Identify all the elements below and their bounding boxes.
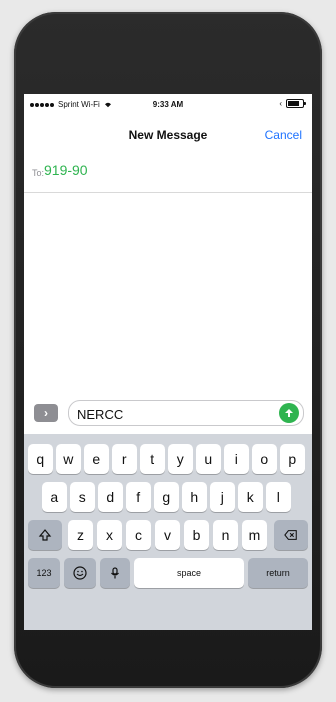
key-y[interactable]: y: [168, 444, 193, 474]
space-key-label: space: [176, 568, 202, 578]
shift-icon: [38, 529, 52, 541]
key-label: m: [248, 527, 261, 543]
key-m[interactable]: m: [242, 520, 267, 550]
phone-frame: Sprint Wi-Fi 9:33 AM ‹ New Message Cance…: [14, 12, 322, 688]
key-label: j: [220, 489, 224, 505]
keyboard-row-4: 123 space return: [24, 558, 312, 592]
keyboard-row-2: asdfghjkl: [24, 482, 312, 516]
send-button[interactable]: [279, 403, 299, 423]
message-input[interactable]: NERCC: [68, 400, 304, 426]
key-label: p: [288, 451, 297, 467]
key-i[interactable]: i: [224, 444, 249, 474]
key-l[interactable]: l: [266, 482, 291, 512]
key-r[interactable]: r: [112, 444, 137, 474]
emoji-key[interactable]: [64, 558, 96, 588]
status-bar: Sprint Wi-Fi 9:33 AM ‹: [24, 94, 312, 114]
key-label: a: [50, 489, 59, 505]
key-label: f: [136, 489, 141, 505]
compose-row: › NERCC: [24, 396, 312, 430]
key-d[interactable]: d: [98, 482, 123, 512]
key-label: b: [192, 527, 201, 543]
key-label: e: [92, 451, 101, 467]
key-a[interactable]: a: [42, 482, 67, 512]
delete-icon: [284, 530, 297, 540]
microphone-key[interactable]: [100, 558, 130, 588]
expand-icon: ›: [44, 406, 48, 420]
status-time: 9:33 AM: [152, 100, 184, 109]
location-arrow-icon: ‹: [279, 99, 282, 108]
return-key[interactable]: return: [248, 558, 308, 588]
battery-icon: [286, 99, 306, 108]
delete-key[interactable]: [274, 520, 308, 550]
key-e[interactable]: e: [84, 444, 109, 474]
key-h[interactable]: h: [182, 482, 207, 512]
key-label: s: [78, 489, 86, 505]
key-label: v: [164, 527, 171, 543]
key-o[interactable]: o: [252, 444, 277, 474]
key-g[interactable]: g: [154, 482, 179, 512]
key-b[interactable]: b: [184, 520, 209, 550]
recipient-row[interactable]: To: 919-90: [24, 152, 312, 193]
numbers-key[interactable]: 123: [28, 558, 60, 588]
key-j[interactable]: j: [210, 482, 235, 512]
key-label: x: [106, 527, 113, 543]
key-label: c: [135, 527, 142, 543]
key-t[interactable]: t: [140, 444, 165, 474]
key-v[interactable]: v: [155, 520, 180, 550]
key-w[interactable]: w: [56, 444, 81, 474]
key-label: q: [36, 451, 45, 467]
key-u[interactable]: u: [196, 444, 221, 474]
status-right: ‹: [279, 99, 306, 108]
key-label: z: [77, 527, 84, 543]
emoji-icon: [73, 566, 87, 580]
key-label: g: [162, 489, 171, 505]
microphone-icon: [111, 567, 119, 579]
key-c[interactable]: c: [126, 520, 151, 550]
key-label: u: [204, 451, 213, 467]
keyboard: q w e r t y u i o p a s d f g h j k l z x c v b n m 123 space r…: [24, 434, 312, 630]
numbers-key-label: 123: [36, 568, 52, 578]
phone-screen: Sprint Wi-Fi 9:33 AM ‹ New Message Cance…: [24, 94, 312, 630]
key-f[interactable]: f: [126, 482, 151, 512]
key-q[interactable]: q: [28, 444, 53, 474]
cancel-button[interactable]: Cancel: [265, 128, 302, 142]
send-icon: [285, 409, 293, 417]
key-label: o: [260, 451, 269, 467]
key-label: d: [106, 489, 115, 505]
nav-bar: New Message Cancel: [24, 116, 312, 152]
key-label: i: [234, 451, 238, 467]
key-z[interactable]: z: [68, 520, 93, 550]
recipient-field[interactable]: 919-90: [44, 162, 88, 178]
key-s[interactable]: s: [70, 482, 95, 512]
key-x[interactable]: x: [97, 520, 122, 550]
key-k[interactable]: k: [238, 482, 263, 512]
message-text: NERCC: [77, 407, 124, 422]
key-label: n: [221, 527, 230, 543]
key-label: l: [276, 489, 280, 505]
key-label: r: [121, 451, 127, 467]
key-label: w: [63, 451, 74, 467]
return-key-label: return: [266, 568, 290, 578]
key-label: h: [190, 489, 199, 505]
shift-key[interactable]: [28, 520, 62, 550]
keyboard-row-3: zxcvbnm: [24, 520, 312, 554]
key-p[interactable]: p: [280, 444, 305, 474]
key-n[interactable]: n: [213, 520, 238, 550]
to-label: To:: [32, 168, 45, 178]
key-label: y: [176, 451, 184, 467]
expand-button[interactable]: ›: [34, 404, 58, 422]
key-label: k: [246, 489, 254, 505]
key-label: t: [150, 451, 155, 467]
keyboard-row-1: qwertyuiop: [24, 444, 312, 478]
space-key[interactable]: space: [134, 558, 244, 588]
